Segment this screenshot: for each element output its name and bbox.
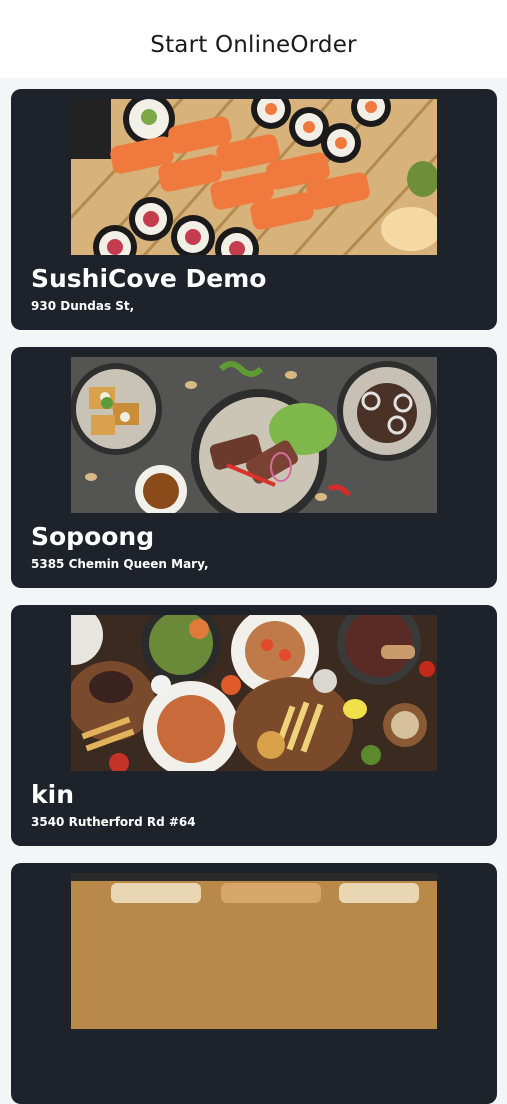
restaurant-address: 3540 Rutherford Rd #64	[31, 815, 196, 829]
restaurant-card-kin[interactable]: kin 3540 Rutherford Rd #64	[11, 605, 497, 846]
restaurant-name: kin	[31, 780, 74, 809]
restaurant-address: 930 Dundas St,	[31, 299, 135, 313]
restaurant-image	[71, 99, 437, 255]
restaurant-image	[71, 873, 437, 1029]
restaurant-image	[71, 615, 437, 771]
app-header: Start OnlineOrder	[0, 0, 507, 78]
restaurant-card-sushicove[interactable]: SushiCove Demo 930 Dundas St,	[11, 89, 497, 330]
restaurant-image	[71, 357, 437, 513]
restaurant-name: SushiCove Demo	[31, 264, 267, 293]
restaurant-card-partial[interactable]	[11, 863, 497, 1104]
page-title: Start OnlineOrder	[150, 32, 357, 58]
restaurant-address: 5385 Chemin Queen Mary,	[31, 557, 209, 571]
restaurant-name: Sopoong	[31, 522, 155, 551]
restaurant-card-sopoong[interactable]: Sopoong 5385 Chemin Queen Mary,	[11, 347, 497, 588]
